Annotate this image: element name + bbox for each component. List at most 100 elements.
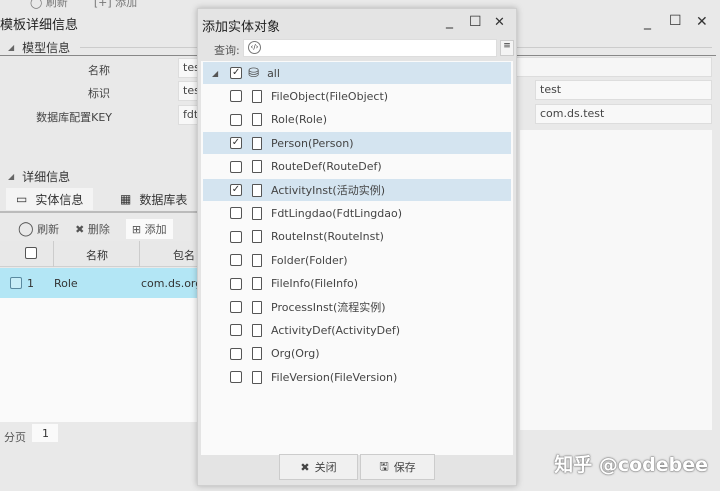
- refresh-icon: ◯: [18, 221, 34, 237]
- form-label: 标识: [88, 87, 110, 100]
- item-label: Org(Org): [271, 347, 320, 361]
- item-label: ActivityInst(活动实例): [271, 184, 385, 197]
- query-label: 查询:: [214, 44, 240, 57]
- item-checkbox[interactable]: [230, 113, 242, 126]
- file-icon: [252, 89, 262, 103]
- column-header-name: 名称: [86, 249, 108, 262]
- item-checkbox[interactable]: ✓: [230, 137, 242, 150]
- file-icon: [252, 370, 262, 384]
- page-number[interactable]: 1: [32, 424, 58, 442]
- item-label: FileObject(FileObject): [271, 89, 389, 103]
- tree-item[interactable]: ActivityDef(ActivityDef): [203, 319, 511, 341]
- collapse-icon: ◢: [8, 172, 15, 181]
- add-entity-dialog: 添加实体对象 _ ☐ ✕ 查询: ‹/› ≡ ◢ ✓ ⛁ all FileObject(…: [197, 8, 517, 486]
- tree-item[interactable]: RouteInst(RouteInst): [203, 226, 511, 248]
- tree-root-item[interactable]: ◢ ✓ ⛁ all: [203, 62, 511, 84]
- delete-icon: ✖: [75, 223, 85, 236]
- detail-section-header[interactable]: ◢ 详细信息: [8, 168, 70, 185]
- item-checkbox[interactable]: [230, 160, 242, 173]
- right-field[interactable]: com.ds.test: [535, 104, 712, 124]
- collapse-icon: ◢: [8, 43, 15, 52]
- file-icon: [252, 206, 262, 220]
- item-checkbox[interactable]: [230, 324, 242, 337]
- right-field[interactable]: test: [535, 80, 712, 100]
- save-button[interactable]: 🖫 保存: [360, 454, 435, 480]
- top-add-button[interactable]: [+] 添加: [94, 0, 137, 9]
- table-icon: ▦: [120, 192, 132, 206]
- model-section-header[interactable]: ◢ 模型信息: [8, 39, 70, 56]
- column-header-package: 包名: [173, 249, 195, 262]
- item-checkbox[interactable]: [230, 254, 242, 267]
- tree-item[interactable]: ProcessInst(流程实例): [203, 296, 511, 318]
- item-label: Folder(Folder): [271, 253, 348, 267]
- file-icon: [252, 136, 262, 150]
- maximize-icon[interactable]: ☐: [669, 13, 682, 29]
- item-label: Role(Role): [271, 113, 327, 127]
- tree-item[interactable]: ✓ ActivityInst(活动实例): [203, 179, 511, 201]
- tree-item[interactable]: FdtLingdao(FdtLingdao): [203, 202, 511, 224]
- close-icon[interactable]: ✕: [696, 14, 708, 30]
- save-icon: 🖫: [379, 459, 389, 473]
- tree-item[interactable]: FileVersion(FileVersion): [203, 366, 511, 388]
- tree-item[interactable]: Org(Org): [203, 343, 511, 365]
- item-checkbox[interactable]: [230, 301, 242, 313]
- add-button[interactable]: ⊞ 添加: [125, 219, 173, 239]
- watermark: 知乎 @codebee: [554, 454, 708, 476]
- form-label: 数据库配置KEY: [36, 111, 112, 124]
- paging-label: 分页: [4, 431, 26, 444]
- item-label: Person(Person): [271, 136, 354, 150]
- dialog-maximize-icon[interactable]: ☐: [469, 14, 482, 30]
- tree-item[interactable]: FileObject(FileObject): [203, 85, 511, 107]
- item-checkbox[interactable]: ✓: [230, 184, 242, 196]
- item-checkbox[interactable]: [230, 207, 242, 220]
- query-input[interactable]: [243, 39, 497, 57]
- file-icon: [252, 183, 262, 197]
- tree-item[interactable]: FileInfo(FileInfo): [203, 273, 511, 295]
- row-checkbox[interactable]: [10, 277, 22, 289]
- item-checkbox[interactable]: ✓: [230, 67, 243, 79]
- tree-item[interactable]: Folder(Folder): [203, 249, 511, 271]
- table-row[interactable]: 1 Role com.ds.org: [0, 268, 202, 298]
- minimize-icon[interactable]: _: [644, 14, 651, 30]
- item-checkbox[interactable]: [230, 371, 242, 384]
- tree-item[interactable]: RouteDef(RouteDef): [203, 156, 511, 178]
- entity-tree: ◢ ✓ ⛁ all FileObject(FileObject) Role(Role) ✓ P…: [201, 61, 513, 455]
- grid-toolbar: ◯ 刷新 ✖ 删除 ⊞ 添加: [18, 219, 173, 239]
- tab-db-table[interactable]: ▦ 数据库表: [110, 188, 197, 210]
- file-icon: [252, 347, 262, 361]
- close-button[interactable]: ✖ 关闭: [279, 454, 358, 480]
- wide-input[interactable]: [516, 57, 712, 77]
- file-icon: [252, 230, 262, 244]
- item-label: ActivityDef(ActivityDef): [271, 323, 401, 337]
- item-label: FileInfo(FileInfo): [271, 277, 359, 291]
- form-label: 名称: [88, 64, 110, 77]
- file-icon: [252, 300, 262, 314]
- x-icon: ✖: [300, 460, 310, 474]
- file-icon: [252, 277, 262, 291]
- item-label: FileVersion(FileVersion): [271, 370, 398, 384]
- file-icon: [252, 113, 262, 127]
- item-checkbox[interactable]: [230, 277, 242, 290]
- id-input[interactable]: tes: [178, 81, 198, 101]
- tab-entity-info[interactable]: ▭ 实体信息: [6, 188, 94, 210]
- file-icon: [252, 160, 262, 174]
- database-icon: ⛁: [248, 65, 260, 81]
- item-checkbox[interactable]: [230, 347, 242, 360]
- name-input[interactable]: tes: [178, 58, 198, 78]
- dialog-title: 添加实体对象: [202, 20, 281, 35]
- file-icon: [252, 323, 262, 337]
- dialog-close-icon[interactable]: ✕: [494, 15, 505, 30]
- window-icon: ▭: [16, 192, 28, 206]
- top-refresh-button[interactable]: ◯ 刷新: [30, 0, 68, 9]
- tree-item[interactable]: ✓ Person(Person): [203, 132, 511, 155]
- dialog-minimize-icon[interactable]: _: [446, 13, 453, 29]
- item-checkbox[interactable]: [230, 90, 242, 103]
- tree-item[interactable]: Role(Role): [203, 109, 511, 131]
- select-all-checkbox[interactable]: [25, 247, 37, 259]
- filter-list-icon[interactable]: ≡: [500, 40, 514, 56]
- item-checkbox[interactable]: [230, 230, 242, 243]
- db-key-input[interactable]: fdt: [178, 105, 198, 125]
- refresh-button[interactable]: ◯ 刷新: [18, 221, 59, 237]
- delete-button[interactable]: ✖ 删除: [75, 221, 110, 237]
- expand-icon[interactable]: ◢: [212, 69, 218, 78]
